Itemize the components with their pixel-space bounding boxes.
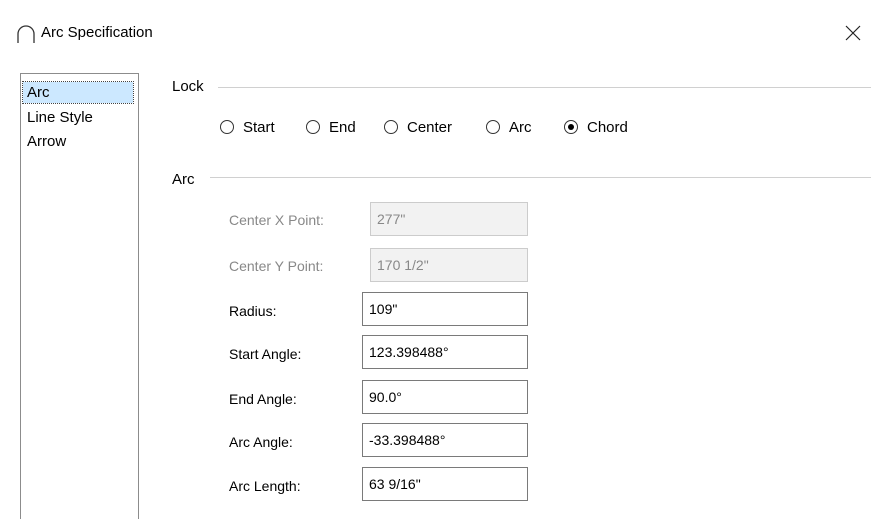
radius-field[interactable] [362, 292, 528, 326]
lock-arc-radio[interactable]: Arc [486, 117, 532, 137]
start-angle-field[interactable] [362, 335, 528, 369]
lock-end-label: End [329, 118, 356, 136]
lock-group-divider [218, 87, 871, 88]
radio-unchecked-icon [306, 120, 320, 134]
end-angle-field[interactable] [362, 380, 528, 414]
sidebar-item-arrow[interactable]: Arrow [23, 131, 66, 152]
arc-group-label: Arc [172, 171, 195, 188]
arc-group-divider [210, 177, 871, 178]
start-angle-label: Start Angle: [229, 346, 302, 362]
center-y-label: Center Y Point: [229, 258, 324, 274]
sidebar-item-arc[interactable]: Arc [22, 81, 134, 104]
center-y-field [370, 248, 528, 282]
lock-group-label: Lock [172, 78, 204, 95]
lock-chord-label: Chord [587, 118, 628, 136]
lock-center-radio[interactable]: Center [384, 117, 452, 137]
radio-unchecked-icon [486, 120, 500, 134]
arc-length-field[interactable] [362, 467, 528, 501]
arc-angle-field[interactable] [362, 423, 528, 457]
window-title: Arc Specification [41, 24, 153, 41]
lock-start-label: Start [243, 118, 275, 136]
end-angle-label: End Angle: [229, 391, 297, 407]
lock-start-radio[interactable]: Start [220, 117, 275, 137]
title-bar: Arc Specification [0, 0, 874, 62]
radio-checked-icon [564, 120, 578, 134]
radio-unchecked-icon [220, 120, 234, 134]
sidebar-panel: Arc Line Style Arrow [20, 73, 139, 519]
close-icon[interactable] [842, 22, 864, 44]
lock-end-radio[interactable]: End [306, 117, 356, 137]
arc-length-label: Arc Length: [229, 478, 301, 494]
arc-angle-label: Arc Angle: [229, 434, 293, 450]
arc-icon [17, 25, 35, 43]
lock-chord-radio[interactable]: Chord [564, 117, 628, 137]
radius-label: Radius: [229, 303, 277, 319]
lock-arc-label: Arc [509, 118, 532, 136]
lock-center-label: Center [407, 118, 453, 136]
center-x-field [370, 202, 528, 236]
radio-unchecked-icon [384, 120, 398, 134]
sidebar-item-line-style[interactable]: Line Style [23, 107, 93, 128]
center-x-label: Center X Point: [229, 212, 324, 228]
